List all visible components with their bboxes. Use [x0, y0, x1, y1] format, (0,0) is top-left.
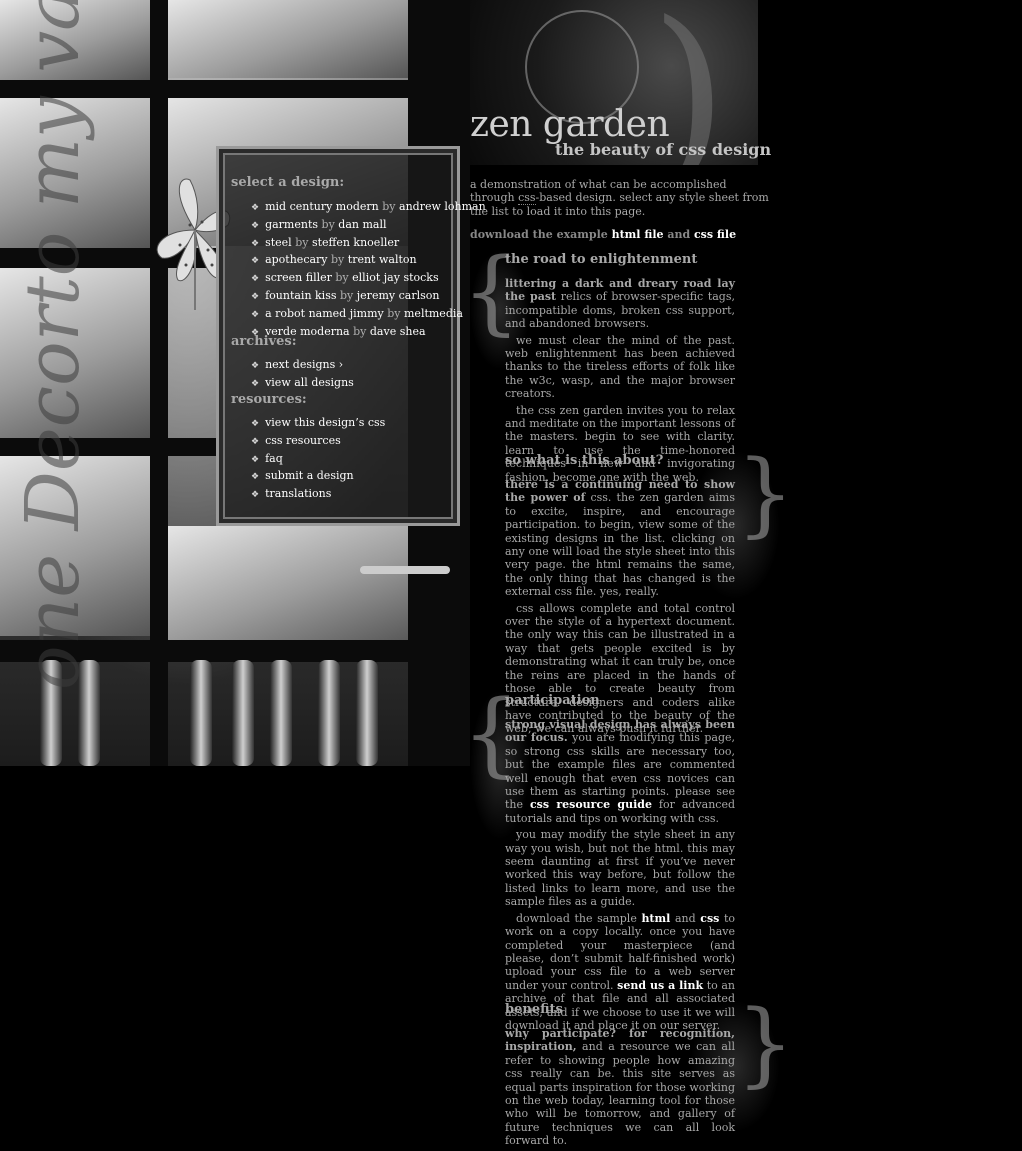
resource-item: ❖ view this design’s css: [251, 415, 385, 433]
page-title: zen garden: [470, 104, 670, 145]
design-item: ❖ a robot named jimmy by meltmedia: [251, 306, 463, 320]
close-brace-decoration: }: [736, 440, 795, 547]
design-item: ❖ garments by dan mall: [251, 217, 387, 231]
design-item: ❖ apothecary by trent walton: [251, 253, 417, 267]
faq-link[interactable]: faq: [265, 452, 283, 465]
author-link[interactable]: jeremy carlson: [357, 289, 440, 302]
diamond-bullet-icon: ❖: [251, 436, 260, 447]
css-file-link[interactable]: css file: [694, 228, 736, 241]
diamond-bullet-icon: ❖: [251, 220, 260, 231]
author-link[interactable]: elliot jay stocks: [352, 271, 438, 284]
author-link[interactable]: trent walton: [348, 253, 417, 266]
section-paragraph: there is a continuing need to show the p…: [505, 478, 735, 599]
css-resource-guide-link[interactable]: css resource guide: [530, 798, 652, 811]
diamond-bullet-icon: ❖: [251, 203, 260, 213]
resources-list: ❖ view this design’s css ❖ css resources ❖…: [251, 415, 385, 504]
design-item: ❖ mid century modern by andrew lohman: [251, 200, 486, 213]
design-link[interactable]: garments: [265, 218, 318, 231]
author-link[interactable]: dave shea: [370, 325, 426, 338]
resource-item: ❖ faq: [251, 451, 385, 469]
design-item: ❖ screen filler by elliot jay stocks: [251, 271, 439, 285]
design-item: ❖ fountain kiss by jeremy carlson: [251, 288, 440, 302]
page-subtitle: the beauty of css design: [555, 140, 772, 159]
section-paragraph: littering a dark and dreary road lay the…: [505, 277, 735, 331]
design-item: ❖ steel by steffen knoeller: [251, 235, 400, 249]
section-paragraph: you may modify the style sheet in any wa…: [505, 828, 735, 909]
design-link[interactable]: mid century modern: [265, 200, 379, 213]
section-paragraph: why participate? for recognition, inspir…: [505, 1027, 735, 1148]
section-heading: benefits: [505, 1002, 563, 1017]
view-css-link[interactable]: view this design’s css: [265, 416, 385, 429]
author-link[interactable]: meltmedia: [404, 307, 463, 320]
view-all-designs-link[interactable]: view all designs: [265, 376, 354, 389]
resources-heading: resources:: [231, 392, 307, 407]
section-paragraph: strong visual design has always been our…: [505, 718, 736, 825]
sample-css-link[interactable]: css: [700, 912, 719, 925]
archives-heading: archives:: [231, 334, 297, 349]
close-brace-decoration: }: [736, 990, 795, 1097]
resource-item: ❖ submit a design: [251, 468, 385, 486]
diamond-bullet-icon: ❖: [251, 454, 260, 465]
diamond-bullet-icon: ❖: [251, 256, 260, 267]
archives-list: ❖ next designs › ❖ view all designs: [251, 357, 354, 393]
submit-design-link[interactable]: submit a design: [265, 469, 354, 482]
diamond-bullet-icon: ❖: [251, 274, 260, 285]
resource-item: ❖ translations: [251, 486, 385, 504]
section-road-to-enlightenment: the road to enlightenment littering a da…: [505, 252, 735, 487]
diamond-bullet-icon: ❖: [251, 361, 260, 371]
section-participation: participation strong visual design has a…: [505, 693, 735, 1035]
diamond-bullet-icon: ❖: [251, 419, 260, 429]
resource-item: ❖ css resources: [251, 433, 385, 451]
summary-text: a demonstration of what can be accomplis…: [470, 178, 769, 218]
select-design-heading: select a design:: [231, 175, 345, 190]
door-handle: [360, 566, 450, 574]
author-link[interactable]: steffen knoeller: [312, 236, 399, 249]
diamond-bullet-icon: ❖: [251, 472, 260, 483]
sample-html-link[interactable]: html: [641, 912, 670, 925]
diamond-bullet-icon: ❖: [251, 291, 260, 302]
archive-item: ❖ next designs ›: [251, 357, 354, 375]
next-designs-link[interactable]: next designs ›: [265, 358, 343, 371]
section-benefits: benefits why participate? for recognitio…: [505, 1002, 735, 1151]
section-heading: participation: [505, 693, 600, 708]
html-file-link[interactable]: html file: [612, 228, 664, 241]
design-list: ❖ mid century modern by andrew lohman ❖ ga…: [251, 199, 486, 341]
section-heading: the road to enlightenment: [505, 252, 698, 267]
design-link[interactable]: screen filler: [265, 271, 332, 284]
design-link[interactable]: steel: [265, 236, 292, 249]
diamond-bullet-icon: ❖: [251, 238, 260, 249]
diamond-bullet-icon: ❖: [251, 378, 260, 389]
design-link[interactable]: apothecary: [265, 253, 327, 266]
design-link[interactable]: fountain kiss: [265, 289, 336, 302]
css-resources-link[interactable]: css resources: [265, 434, 341, 447]
section-heading: so what is this about?: [505, 453, 664, 468]
design-link[interactable]: a robot named jimmy: [265, 307, 384, 320]
diamond-bullet-icon: ❖: [251, 309, 260, 320]
archive-item: ❖ view all designs: [251, 375, 354, 393]
translations-link[interactable]: translations: [265, 487, 331, 500]
send-us-a-link[interactable]: send us a link: [617, 979, 703, 992]
script-overlay-text: one Decorto my valley: [10, 0, 96, 690]
section-paragraph: we must clear the mind of the past. web …: [505, 333, 735, 401]
design-menu-panel: select a design: ❖ mid century modern by …: [216, 146, 486, 526]
author-link[interactable]: dan mall: [338, 218, 386, 231]
diamond-bullet-icon: ❖: [251, 490, 260, 501]
